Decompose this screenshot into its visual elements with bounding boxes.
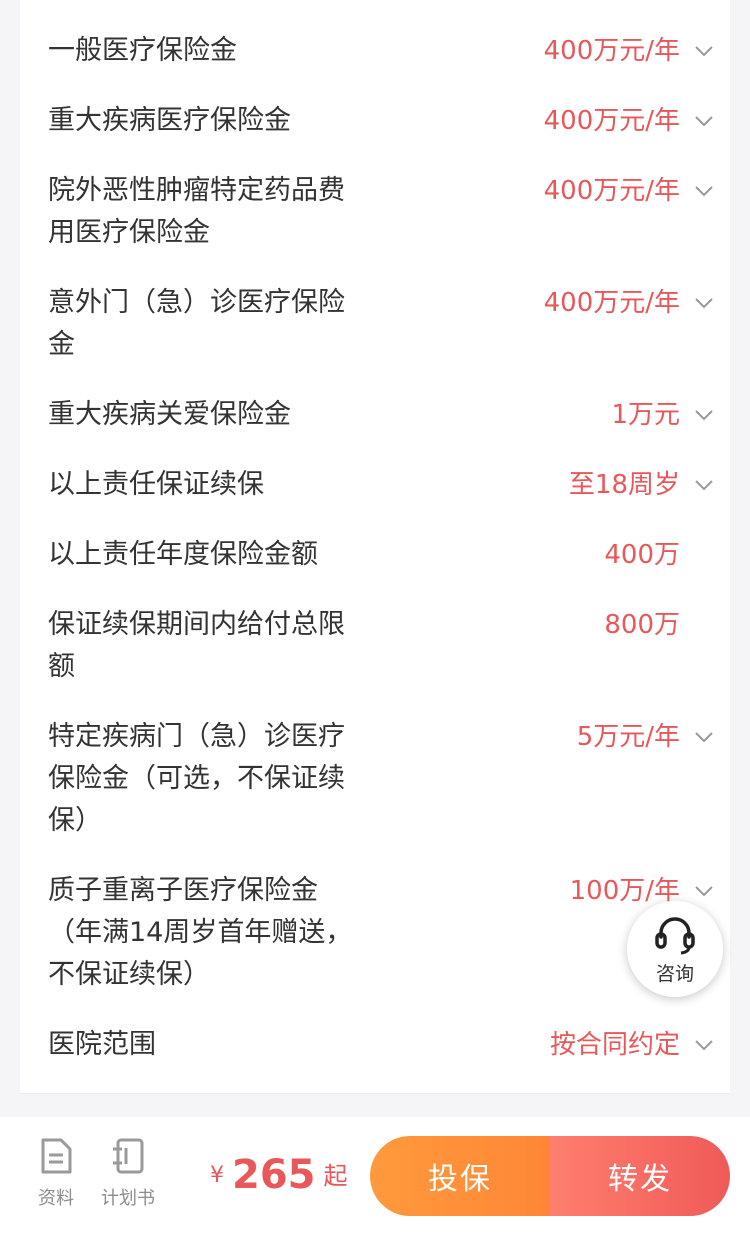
action-buttons: 投保 转发 <box>370 1136 730 1216</box>
coverage-row-total-limit: 保证续保期间内给付总限额 800万 <box>20 604 730 688</box>
coverage-value: 400万 <box>604 540 680 570</box>
plan-book-button[interactable]: 计划书 <box>96 1137 160 1210</box>
coverage-label: 一般医疗保险金 <box>48 35 237 66</box>
coverage-value: 400万元/年 <box>543 36 680 66</box>
coverage-label: 院外恶性肿瘤特定药品费用医疗保险金 <box>48 175 345 248</box>
buy-button[interactable]: 投保 <box>370 1136 550 1216</box>
notebook-icon <box>113 1138 144 1174</box>
coverage-value: 5万元/年 <box>576 722 680 752</box>
chevron-down-icon[interactable] <box>692 1033 716 1057</box>
coverage-row-specific-disease-emergency[interactable]: 特定疾病门（急）诊医疗保险金（可选，不保证续保） 5万元/年 <box>20 716 730 842</box>
coverage-row-general-medical[interactable]: 一般医疗保险金 400万元/年 <box>20 30 730 72</box>
coverage-value: 1万元 <box>611 400 680 430</box>
document-icon <box>41 1138 72 1174</box>
consult-label: 咨询 <box>655 963 694 985</box>
coverage-label: 重大疾病医疗保险金 <box>48 105 291 136</box>
coverage-value: 400万元/年 <box>543 176 680 206</box>
divider <box>20 1093 730 1094</box>
coverage-row-accident-emergency[interactable]: 意外门（急）诊医疗保险金 400万元/年 <box>20 282 730 366</box>
coverage-row-outpatient-cancer-drug[interactable]: 院外恶性肿瘤特定药品费用医疗保险金 400万元/年 <box>20 170 730 254</box>
chevron-down-icon[interactable] <box>692 725 716 749</box>
coverage-value: 800万 <box>604 610 680 640</box>
coverage-value: 400万元/年 <box>543 106 680 136</box>
coverage-label: 特定疾病门（急）诊医疗保险金（可选，不保证续保） <box>48 721 345 836</box>
coverage-row-critical-illness-medical[interactable]: 重大疾病医疗保险金 400万元/年 <box>20 100 730 142</box>
coverage-row-critical-illness-care[interactable]: 重大疾病关爱保险金 1万元 <box>20 394 730 436</box>
coverage-label: 重大疾病关爱保险金 <box>48 399 291 430</box>
coverage-value: 至18周岁 <box>568 470 680 500</box>
chevron-down-icon[interactable] <box>692 39 716 63</box>
coverage-label: 以上责任保证续保 <box>48 469 264 500</box>
chevron-down-icon[interactable] <box>692 403 716 427</box>
coverage-row-guaranteed-renewal[interactable]: 以上责任保证续保 至18周岁 <box>20 464 730 506</box>
materials-button[interactable]: 资料 <box>28 1137 84 1210</box>
materials-label: 资料 <box>38 1188 74 1209</box>
coverage-label: 意外门（急）诊医疗保险金 <box>48 287 345 360</box>
chevron-down-icon[interactable] <box>692 109 716 133</box>
coverage-row-annual-amount: 以上责任年度保险金额 400万 <box>20 534 730 576</box>
coverage-row-proton-heavy-ion[interactable]: 质子重离子医疗保险金（年满14周岁首年赠送，不保证续保） 100万/年 <box>20 870 730 996</box>
coverage-card: 一般医疗保险金 400万元/年 重大疾病医疗保险金 400万元/年 院外恶性肿瘤… <box>20 0 730 1093</box>
chevron-down-icon[interactable] <box>692 291 716 315</box>
share-button[interactable]: 转发 <box>550 1136 730 1216</box>
coverage-label: 质子重离子医疗保险金（年满14周岁首年赠送，不保证续保） <box>48 875 353 990</box>
consult-button[interactable]: 咨询 <box>627 901 723 997</box>
chevron-down-icon[interactable] <box>692 179 716 203</box>
coverage-label: 以上责任年度保险金额 <box>48 539 318 570</box>
coverage-row-hospital-scope[interactable]: 医院范围 按合同约定 <box>20 1024 730 1066</box>
coverage-label: 医院范围 <box>48 1029 156 1060</box>
price-currency: ¥ <box>210 1163 224 1188</box>
bottom-action-bar: 资料 计划书 ¥265 起 投保 转发 <box>0 1117 750 1235</box>
coverage-value: 400万元/年 <box>543 288 680 318</box>
price: ¥265 起 <box>210 1152 348 1198</box>
plan-book-label: 计划书 <box>101 1188 155 1209</box>
chevron-down-icon[interactable] <box>692 473 716 497</box>
price-amount: 265 <box>232 1152 316 1198</box>
headset-icon <box>655 917 695 955</box>
price-suffix: 起 <box>323 1162 348 1190</box>
chevron-down-icon[interactable] <box>692 879 716 903</box>
coverage-value: 按合同约定 <box>549 1030 680 1060</box>
coverage-label: 保证续保期间内给付总限额 <box>48 609 345 682</box>
